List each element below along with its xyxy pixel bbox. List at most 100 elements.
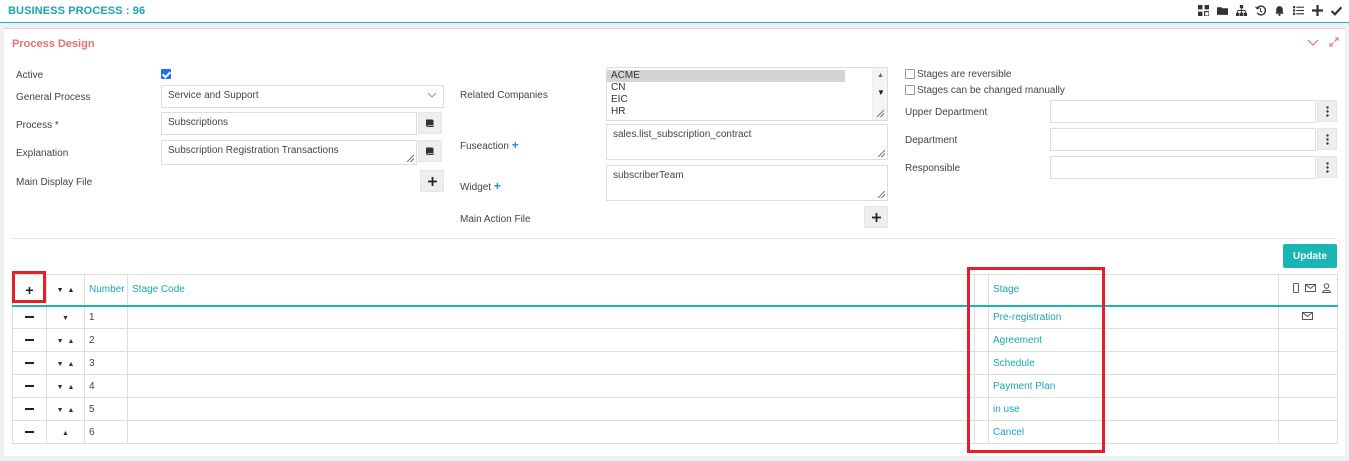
resize-handle[interactable]: [877, 110, 884, 117]
fuseaction-textarea[interactable]: sales.list_subscription_contract: [606, 124, 888, 160]
mail-icon[interactable]: [1301, 311, 1313, 323]
list-icon[interactable]: [1292, 3, 1305, 18]
move-up-icon[interactable]: ▲: [68, 407, 75, 414]
plus-icon[interactable]: +: [512, 138, 519, 152]
fuseaction-value: sales.list_subscription_contract: [613, 129, 752, 140]
resize-handle[interactable]: [878, 150, 885, 157]
company-option[interactable]: ACME: [607, 70, 845, 82]
responsible-label: Responsible: [905, 163, 961, 174]
stage-number: 3: [84, 351, 128, 375]
table-row: ▼ 1 Pre-registration: [12, 305, 1338, 329]
more-vertical-icon[interactable]: [1317, 100, 1337, 122]
stage-code[interactable]: [127, 328, 975, 352]
stage-code[interactable]: [127, 420, 975, 444]
widget-value: subscriberTeam: [613, 170, 684, 181]
toolbar-icons: [1197, 3, 1343, 18]
scroll-up-icon[interactable]: ▲: [877, 72, 884, 79]
grid-icon[interactable]: [1197, 3, 1210, 18]
update-button[interactable]: Update: [1283, 244, 1337, 268]
stage-code-header: Stage Code: [127, 274, 975, 307]
company-option[interactable]: EIC: [607, 94, 887, 106]
sort-down-icon[interactable]: ▼: [57, 287, 64, 294]
mobile-icon[interactable]: [1293, 283, 1299, 296]
active-checkbox[interactable]: [161, 69, 171, 79]
widget-textarea[interactable]: subscriberTeam: [606, 165, 888, 201]
more-vertical-icon[interactable]: [1317, 128, 1337, 150]
mail-icon[interactable]: [1305, 284, 1316, 295]
stage-number: 4: [84, 374, 128, 398]
resize-handle[interactable]: [878, 191, 885, 198]
book-icon[interactable]: [418, 112, 442, 134]
reversible-label: Stages are reversible: [917, 69, 1012, 80]
remove-stage-button[interactable]: [25, 430, 34, 433]
bell-icon[interactable]: [1273, 3, 1286, 18]
plus-icon[interactable]: [1311, 3, 1324, 18]
department-label: Department: [905, 135, 958, 146]
resize-handle[interactable]: [407, 155, 414, 162]
chevron-down-icon: [427, 90, 437, 102]
remove-stage-button[interactable]: [25, 384, 34, 387]
stage-code[interactable]: [127, 305, 975, 329]
top-bar: BUSINESS PROCESS : 96: [0, 0, 1349, 23]
process-input[interactable]: Subscriptions: [161, 112, 417, 135]
move-up-icon[interactable]: ▲: [68, 384, 75, 391]
move-down-icon[interactable]: ▼: [57, 384, 64, 391]
move-down-icon[interactable]: ▼: [57, 361, 64, 368]
department-input[interactable]: [1050, 128, 1316, 151]
company-option[interactable]: HR: [607, 106, 887, 118]
remove-stage-button[interactable]: [25, 407, 34, 410]
remove-stage-button[interactable]: [25, 338, 34, 341]
page-title: BUSINESS PROCESS : 96: [8, 5, 146, 17]
remove-stage-button[interactable]: [25, 316, 34, 319]
user-icon[interactable]: [1321, 283, 1332, 296]
chevron-down-icon[interactable]: [1307, 37, 1319, 50]
company-option[interactable]: CN: [607, 82, 887, 94]
main-display-file-label: Main Display File: [16, 177, 93, 188]
add-main-action-file-button[interactable]: [864, 206, 888, 228]
move-down-icon[interactable]: ▼: [57, 407, 64, 414]
related-companies-label: Related Companies: [460, 90, 548, 101]
stage-number: 6: [84, 420, 128, 444]
main-action-file-label: Main Action File: [460, 214, 531, 225]
remove-stage-button[interactable]: [25, 361, 34, 364]
process-value: Subscriptions: [168, 117, 229, 128]
stage-code[interactable]: [127, 351, 975, 375]
move-up-icon[interactable]: ▲: [68, 338, 75, 345]
move-down-icon[interactable]: ▼: [62, 315, 69, 322]
explanation-textarea[interactable]: Subscription Registration Transactions: [161, 140, 417, 165]
upper-department-input[interactable]: [1050, 100, 1316, 123]
contact-icons-header: [1278, 274, 1338, 307]
add-main-display-file-button[interactable]: [420, 170, 444, 192]
explanation-label: Explanation: [16, 148, 69, 159]
more-vertical-icon[interactable]: [1317, 156, 1337, 178]
plus-icon[interactable]: +: [494, 179, 501, 193]
table-row: ▼ ▲ 3 Schedule: [12, 351, 1338, 375]
stage-code[interactable]: [127, 397, 975, 421]
scroll-down-icon[interactable]: ▼: [877, 88, 885, 97]
panel-title: Process Design: [12, 38, 95, 50]
check-icon[interactable]: [1330, 3, 1343, 18]
related-companies-list[interactable]: ACME CN EIC HR ▲ ▼: [606, 67, 888, 121]
upper-department-label: Upper Department: [905, 107, 988, 118]
general-process-select[interactable]: Service and Support: [161, 85, 444, 108]
general-process-label: General Process: [16, 92, 91, 103]
fuseaction-label-text: Fuseaction: [460, 141, 509, 152]
scrollbar[interactable]: ▲ ▼: [872, 68, 887, 120]
explanation-value: Subscription Registration Transactions: [168, 145, 339, 156]
table-header-row: + ▼ ▲ Number Stage Code Stage: [12, 274, 1338, 307]
reversible-checkbox[interactable]: [905, 69, 915, 79]
sitemap-icon[interactable]: [1235, 3, 1248, 18]
folder-icon[interactable]: [1216, 3, 1229, 18]
sort-up-icon[interactable]: ▲: [68, 287, 75, 294]
active-label: Active: [16, 70, 44, 81]
responsible-input[interactable]: [1050, 156, 1316, 179]
move-down-icon[interactable]: ▼: [57, 338, 64, 345]
book-icon[interactable]: [418, 140, 442, 162]
move-up-icon[interactable]: ▲: [68, 361, 75, 368]
expand-icon[interactable]: [1329, 37, 1339, 50]
fuseaction-label: Fuseaction +: [460, 138, 519, 152]
stage-code[interactable]: [127, 374, 975, 398]
manual-change-checkbox[interactable]: [905, 85, 915, 95]
move-up-icon[interactable]: ▲: [62, 430, 69, 437]
history-icon[interactable]: [1254, 3, 1267, 18]
